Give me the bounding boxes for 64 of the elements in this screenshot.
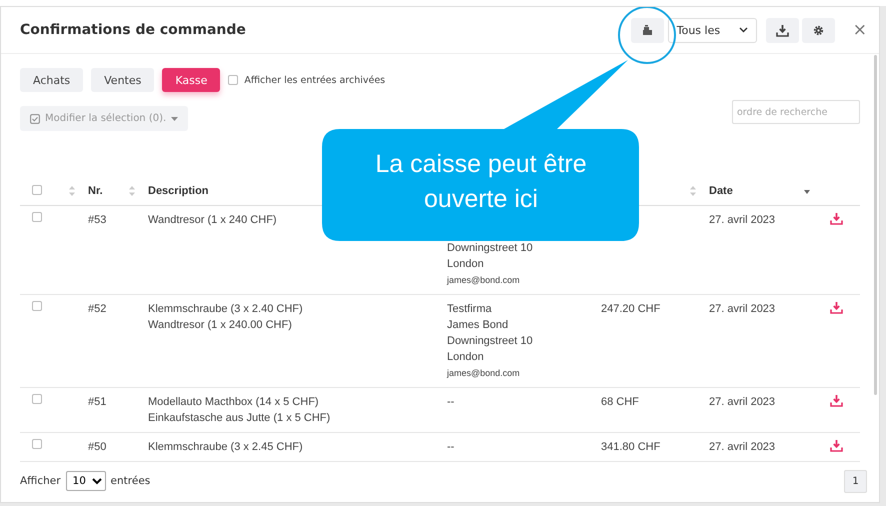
cash-register-icon — [642, 25, 653, 35]
customer-line: London — [447, 350, 485, 365]
customer-line: james@bond.com — [447, 367, 521, 380]
settings-button[interactable] — [802, 18, 835, 42]
customer-line: james@bond.com — [447, 274, 521, 287]
customer-line: James Bond — [447, 318, 510, 333]
customer-line: London — [447, 257, 485, 272]
description-line: Modellauto Macthbox (14 x 5 CHF) — [148, 395, 320, 410]
download-icon[interactable] — [830, 212, 843, 225]
download-icon[interactable] — [830, 394, 843, 407]
download-icon[interactable] — [830, 301, 843, 314]
checkbox-icon — [30, 114, 40, 124]
column-header[interactable]: Description — [148, 185, 209, 197]
callout-text: La caisse peut être ouverte ici — [374, 149, 588, 215]
page-button[interactable]: 1 — [844, 470, 867, 492]
row-checkbox[interactable] — [32, 439, 42, 449]
customer-line: -- — [447, 395, 456, 410]
amount: 247.20 CHF — [601, 302, 662, 317]
tab[interactable]: Kasse — [162, 68, 220, 92]
download-icon[interactable] — [776, 24, 789, 36]
tab[interactable]: Ventes — [91, 68, 154, 92]
order-date: 27. avril 2023 — [709, 302, 776, 317]
order-number: #50 — [88, 440, 108, 455]
description-line: Wandtresor (1 x 240 CHF) — [148, 213, 278, 228]
description-line: Einkaufstasche aus Jutte (1 x 5 CHF) — [148, 411, 332, 426]
order-date: 27. avril 2023 — [709, 395, 776, 410]
archived-label: Afficher les entrées archivées — [244, 74, 386, 86]
description-line: Wandtresor (1 x 240.00 CHF) — [148, 318, 293, 333]
customer-line: Downingstreet 10 — [447, 334, 534, 349]
description-line: Klemmschraube (3 x 2.45 CHF) — [148, 440, 304, 455]
select-all-checkbox[interactable] — [32, 184, 42, 194]
amount: 68 CHF — [601, 395, 640, 410]
customer-line: -- — [447, 440, 456, 455]
column-header[interactable]: Nr. — [88, 185, 103, 197]
description-line: Klemmschraube (3 x 2.40 CHF) — [148, 302, 304, 317]
archived-checkbox[interactable] — [228, 75, 238, 85]
download-icon[interactable] — [830, 439, 843, 452]
show-label: Afficher — [20, 475, 61, 487]
order-date: 27. avril 2023 — [709, 440, 776, 455]
download-button[interactable] — [766, 18, 799, 42]
amount: 341.80 CHF — [601, 440, 662, 455]
chevron-down-icon — [738, 27, 748, 33]
customer-line: Downingstreet 10 — [447, 241, 534, 256]
window-title: Confirmations de commande — [20, 22, 247, 38]
filter-select[interactable]: Tous les — [668, 18, 757, 42]
order-number: #53 — [88, 213, 108, 228]
settings-icon — [812, 24, 824, 36]
close-button[interactable]: × — [852, 20, 867, 40]
row-checkbox[interactable] — [32, 212, 42, 222]
sort-descending-icon[interactable] — [804, 190, 810, 194]
highlight-circle — [618, 7, 676, 64]
cash-register-button[interactable] — [630, 18, 664, 42]
search-field[interactable]: ordre de recherche — [732, 100, 860, 124]
column-header[interactable]: Date — [709, 185, 733, 197]
tab[interactable]: Achats — [20, 68, 84, 92]
entries-label: entrées — [110, 475, 150, 487]
order-number: #52 — [88, 302, 108, 317]
order-number: #51 — [88, 395, 108, 410]
customer-line: Testfirma — [447, 302, 493, 317]
row-checkbox[interactable] — [32, 394, 42, 404]
page-size-select[interactable]: 10 — [66, 471, 106, 491]
row-checkbox[interactable] — [32, 301, 42, 311]
caret-icon — [171, 116, 178, 120]
order-date: 27. avril 2023 — [709, 213, 776, 228]
